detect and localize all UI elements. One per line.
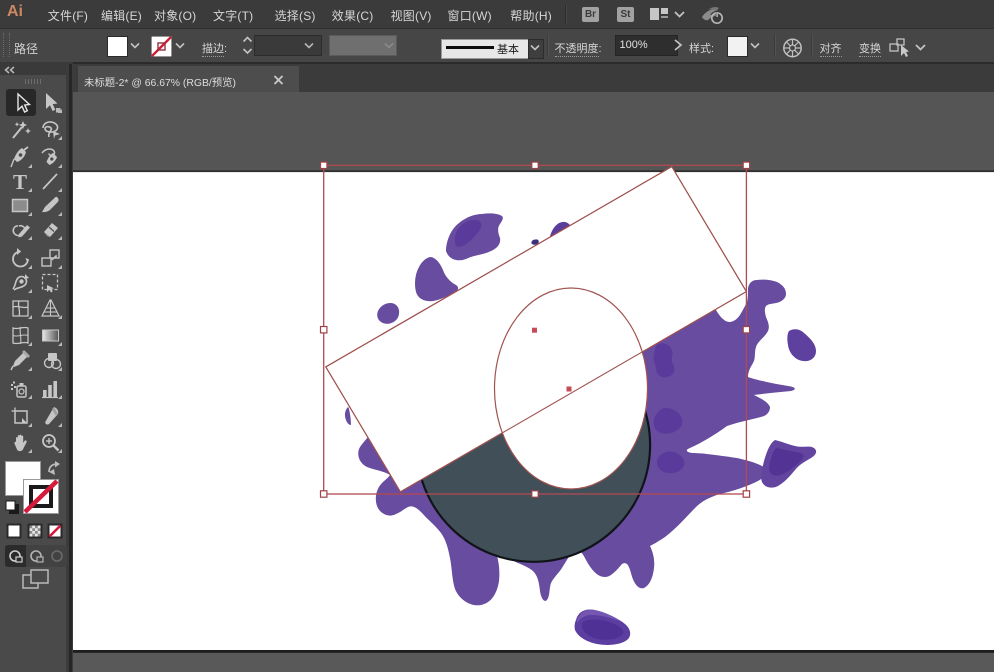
svg-text:T: T <box>13 170 27 194</box>
